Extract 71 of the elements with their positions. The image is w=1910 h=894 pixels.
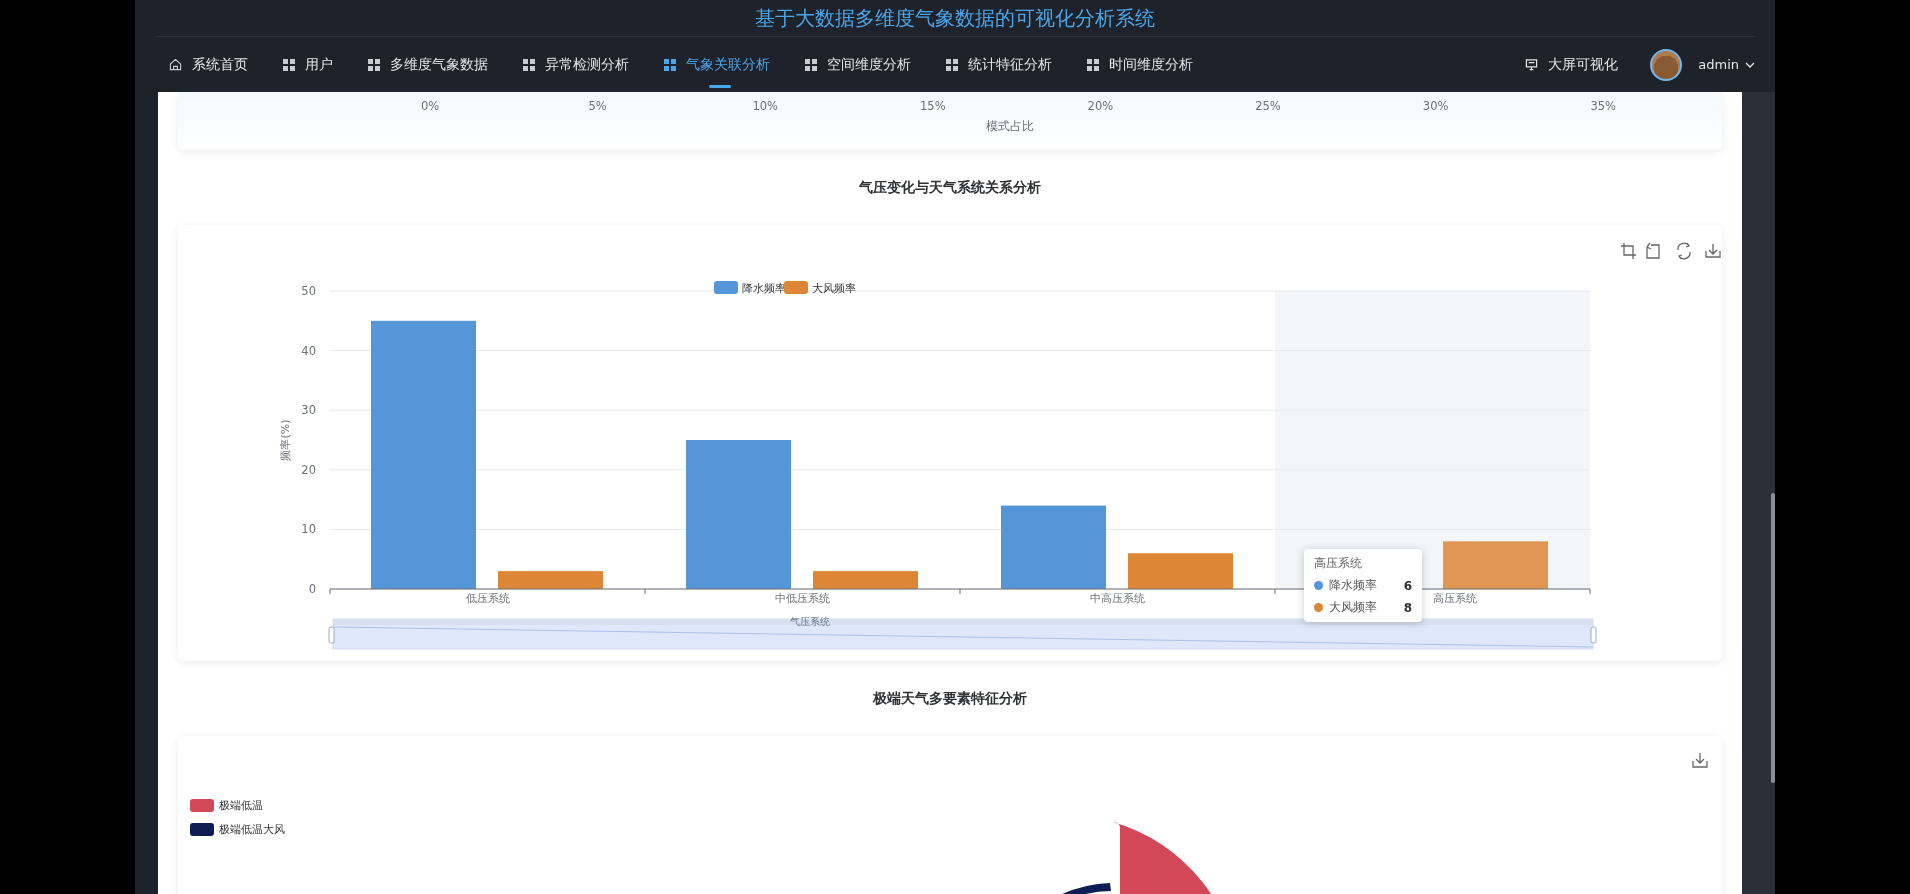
grid-icon [805,58,817,71]
avatar[interactable] [1650,48,1683,81]
nav-tab[interactable]: 用户 [283,47,333,82]
caret-icon [1745,61,1755,68]
download-icon[interactable] [1705,243,1721,258]
axis-tick-label: 50 [301,284,316,298]
monitor-icon [1525,58,1539,71]
big-screen-link[interactable]: 大屏可视化 [1519,54,1625,75]
axis-tick-label: 30% [1422,99,1449,113]
axis-tick-label: 25% [1255,99,1281,113]
grid-icon [368,58,380,71]
grid-icon [664,58,676,71]
axis-tick-label: 30 [301,403,316,418]
bar[interactable] [686,440,791,589]
series-dot [1314,581,1323,590]
axis-tick-label: 10 [301,522,316,537]
bar[interactable] [1443,541,1548,589]
legend-item[interactable]: 大风频率 [784,281,856,295]
grid-icon [946,58,958,71]
home-icon [169,58,182,71]
tooltip-label: 降水频率 [1329,577,1378,594]
user-menu[interactable]: admin [1692,56,1761,73]
legend-label: 极端低温 [219,798,263,813]
legend-label: 大风频率 [812,282,856,295]
crop-icon[interactable] [1620,242,1637,260]
axis-tick-label: 0 [308,582,316,596]
tooltip-value: 6 [1403,578,1412,593]
nav-tab[interactable]: 时间维度分析 [1087,47,1193,82]
axis-tick-label: 中低压系统 [775,592,830,605]
tooltip-title: 高压系统 [1314,555,1363,572]
axis-tick-label: 15% [920,99,946,113]
nav-tab[interactable]: 系统首页 [169,47,248,82]
legend-label: 降水频率 [742,282,786,295]
bar[interactable] [813,571,918,589]
axis-title: 频率(%) [279,419,292,461]
nav-tab[interactable]: 统计特征分析 [946,47,1052,82]
series-dot [1314,603,1323,612]
app-title: 基于大数据多维度气象数据的可视化分析系统 [755,4,1155,32]
legend-label: 极端低温大风 [219,822,285,837]
scrollbar-thumb[interactable] [1771,493,1775,783]
undo-zoom-icon[interactable] [1646,242,1660,259]
bar[interactable] [371,320,476,589]
axis-tick-label: 高压系统 [1432,592,1477,605]
axis-tick-label: 0% [420,99,440,113]
zoom-slider[interactable] [328,618,1597,650]
grid-icon [523,58,535,71]
download-icon[interactable] [1692,752,1708,768]
grid-icon [1087,58,1099,71]
legend-item[interactable]: 降水频率 [714,281,786,295]
axis-tick-label: 20% [1087,99,1114,113]
tooltip-label: 大风频率 [1329,599,1378,616]
bar[interactable] [1128,553,1233,589]
grid-icon [283,58,295,71]
axis-tick-label: 35% [1590,99,1616,113]
axis-tick-label: 低压系统 [465,592,510,605]
axis-tick-label: 5% [588,99,607,113]
tooltip-value: 8 [1403,600,1412,615]
slider-label: 气压系统 [790,616,830,627]
nav-tab[interactable]: 多维度气象数据 [368,47,488,82]
nav-tab[interactable]: 异常检测分析 [523,47,629,82]
axis-tick-label: 40 [301,343,316,358]
refresh-icon[interactable] [1677,242,1691,260]
section-title: 气压变化与天气系统关系分析 [858,177,1042,197]
section-title: 极端天气多要素特征分析 [872,688,1028,708]
bar[interactable] [1001,505,1106,589]
bar[interactable] [498,571,603,589]
nav-tab[interactable]: 空间维度分析 [805,47,911,82]
axis-tick-label: 20 [301,462,316,477]
axis-tick-label: 10% [752,99,778,113]
axis-tick-label: 中高压系统 [1090,592,1145,605]
axis-title: 模式占比 [986,119,1034,133]
